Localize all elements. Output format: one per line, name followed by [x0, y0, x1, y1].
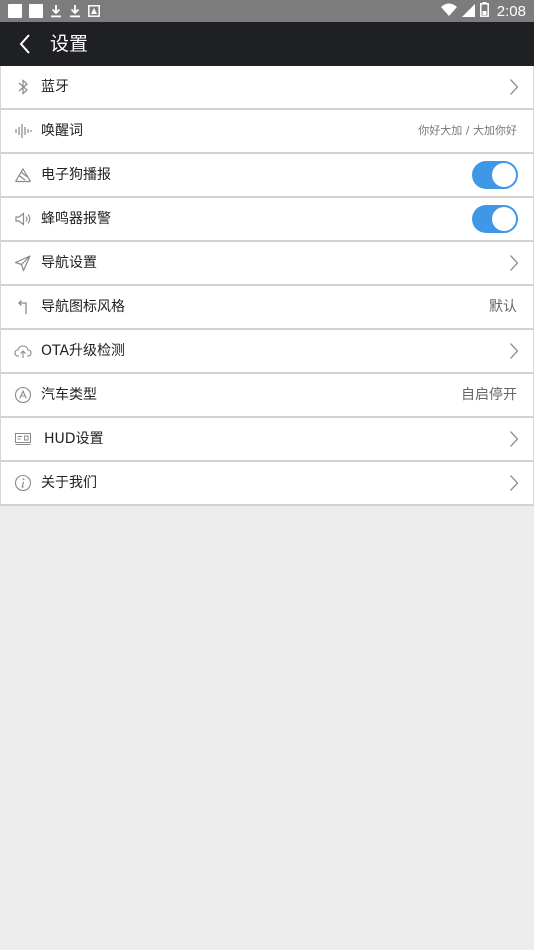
setting-label: 导航图标风格 [41, 299, 125, 315]
setting-label: 蓝牙 [41, 79, 69, 95]
bluetooth-icon [14, 78, 32, 96]
setting-row-bluetooth[interactable]: 蓝牙 [0, 66, 534, 110]
navigation-arrow-icon [14, 254, 32, 272]
back-button[interactable] [14, 32, 38, 56]
voice-wave-icon [14, 122, 32, 140]
download-icon [50, 4, 62, 18]
notification-square-icon [8, 4, 22, 18]
chevron-right-icon [509, 474, 519, 492]
setting-value: 自启停开 [461, 387, 517, 403]
notification-icons [8, 3, 100, 19]
download-icon [69, 4, 81, 18]
setting-label: OTA升级检测 [41, 343, 126, 359]
info-icon [14, 474, 32, 492]
setting-row-wake-word[interactable]: 唤醒词 你好大加 / 大加你好 [0, 110, 534, 154]
setting-label: 蜂鸣器报警 [41, 211, 111, 227]
notification-square-icon [29, 4, 43, 18]
radar-broadcast-toggle[interactable] [472, 161, 518, 189]
toggle-knob [492, 207, 516, 231]
setting-label: 关于我们 [41, 475, 97, 491]
status-time: 2:08 [496, 2, 526, 20]
image-icon [88, 5, 100, 17]
chevron-right-icon [509, 342, 519, 360]
setting-row-buzzer-alarm: 蜂鸣器报警 [0, 198, 534, 242]
chevron-right-icon [509, 430, 519, 448]
wifi-icon [440, 2, 457, 21]
buzzer-alarm-toggle[interactable] [472, 205, 518, 233]
page-title: 设置 [50, 33, 89, 55]
title-bar: 设置 [0, 22, 534, 66]
setting-label: 汽车类型 [41, 387, 97, 403]
radar-icon [14, 166, 32, 184]
chevron-right-icon [509, 78, 519, 96]
turn-arrow-icon [14, 298, 32, 316]
setting-row-ota-update[interactable]: OTA升级检测 [0, 330, 534, 374]
speaker-icon [14, 210, 32, 228]
setting-label: 导航设置 [41, 255, 97, 271]
setting-row-car-type[interactable]: 汽车类型 自启停开 [0, 374, 534, 418]
chevron-left-icon[interactable] [14, 32, 38, 56]
system-icons: 2:08 [440, 1, 526, 21]
signal-icon [461, 2, 475, 21]
setting-label: 唤醒词 [41, 123, 83, 139]
setting-value: 默认 [489, 299, 517, 315]
setting-label: 电子狗播报 [41, 167, 111, 183]
toggle-knob [492, 163, 516, 187]
setting-row-nav-icon-style[interactable]: 导航图标风格 默认 [0, 286, 534, 330]
cloud-upload-icon [14, 342, 32, 360]
hud-icon [14, 430, 32, 448]
auto-icon [14, 386, 32, 404]
setting-label: HUD设置 [44, 431, 104, 447]
setting-row-hud[interactable]: HUD设置 [0, 418, 534, 462]
setting-row-radar-broadcast: 电子狗播报 [0, 154, 534, 198]
setting-value: 你好大加 / 大加你好 [418, 124, 517, 137]
status-bar: 2:08 [0, 0, 534, 22]
setting-row-navigation[interactable]: 导航设置 [0, 242, 534, 286]
settings-list: 蓝牙 唤醒词 你好大加 / 大加你好 电子狗播报 蜂鸣器报警 导航设置 导航图标… [0, 66, 534, 506]
chevron-right-icon [509, 254, 519, 272]
battery-icon [479, 1, 489, 21]
setting-row-about[interactable]: 关于我们 [0, 462, 534, 506]
